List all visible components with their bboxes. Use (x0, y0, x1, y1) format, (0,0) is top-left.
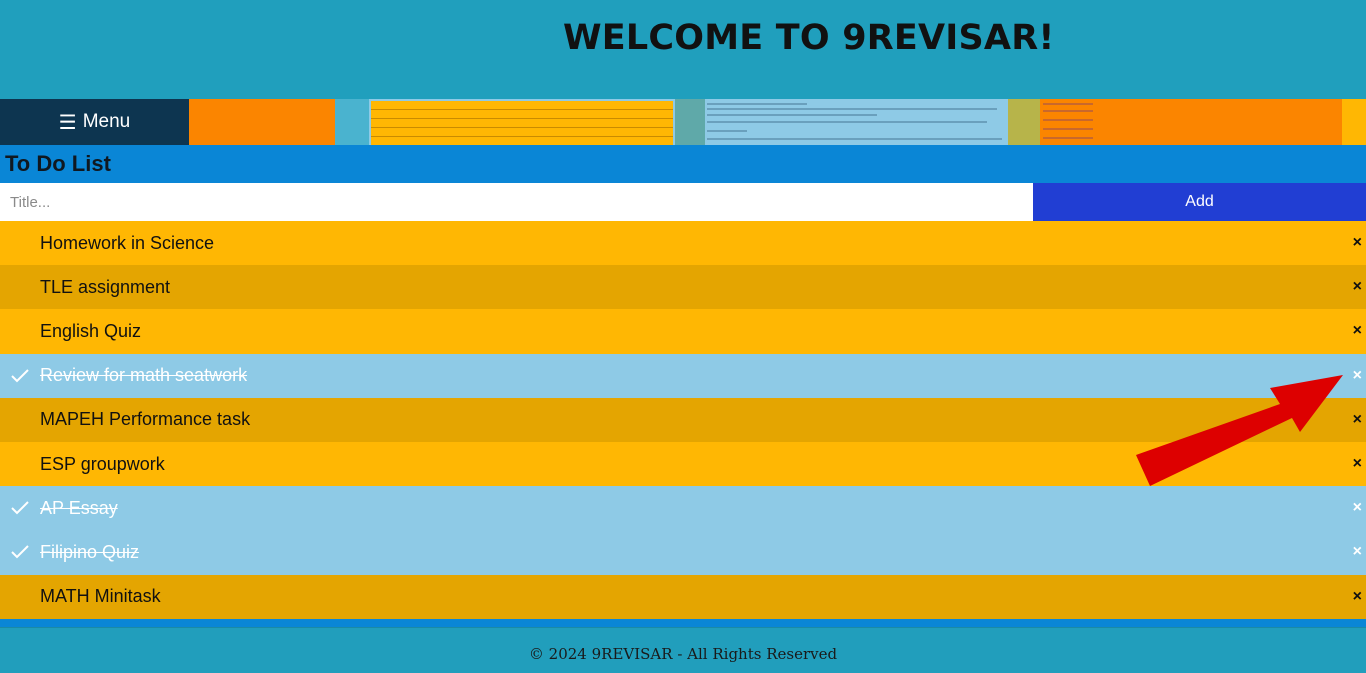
slideshow-panel (335, 99, 369, 145)
page-footer: © 2024 9REVISAR - All Rights Reserved (0, 627, 1366, 673)
todo-item[interactable]: Homework in Science × (0, 221, 1366, 266)
add-todo-row: Add (0, 183, 1366, 221)
todo-section: To Do List Add Homework in Science×TLE a… (0, 145, 1366, 627)
todo-item-label: TLE assignment (40, 276, 171, 297)
todo-item-label: Review for math seatwork (40, 365, 248, 386)
todo-item-label: MATH Minitask (40, 586, 161, 607)
menu-button[interactable]: ☰ Menu (0, 99, 189, 145)
close-icon[interactable]: × (1353, 234, 1362, 252)
close-icon[interactable]: × (1353, 322, 1362, 340)
close-icon[interactable]: × (1353, 588, 1362, 606)
todo-item-label: Filipino Quiz (40, 541, 140, 562)
slideshow-panel (1008, 99, 1040, 145)
todo-item-label: AP Essay (40, 497, 118, 518)
slideshow-panel (1342, 99, 1366, 145)
todo-item-label: MAPEH Performance task (40, 409, 251, 430)
todo-item-label: ESP groupwork (40, 453, 165, 474)
todo-item[interactable]: MAPEH Performance task × (0, 397, 1366, 442)
close-icon[interactable]: × (1353, 543, 1362, 561)
slideshow-panel (189, 99, 335, 145)
todo-item[interactable]: AP Essay × (0, 486, 1366, 531)
todo-item[interactable]: Review for math seatwork × (0, 353, 1366, 398)
slideshow-panel (1040, 99, 1342, 145)
hamburger-icon: ☰ (58, 111, 77, 134)
todo-list: Homework in Science × TLE assignment × Engli… (0, 221, 1366, 619)
close-icon[interactable]: × (1353, 411, 1362, 429)
todo-item[interactable]: Filipino Quiz × (0, 530, 1366, 575)
page-title: WELCOME TO 9REVISAR! (563, 18, 1055, 58)
slideshow-panel (705, 99, 1008, 145)
todo-item[interactable]: English Quiz × (0, 309, 1366, 354)
checkmark-icon (11, 501, 29, 515)
menu-label: Menu (82, 111, 131, 132)
copyright-text: © 2024 9REVISAR - All Rights Reserved (528, 645, 838, 663)
page-header: WELCOME TO 9REVISAR! (0, 0, 1366, 99)
title-input[interactable] (0, 183, 1033, 221)
checkmark-icon (11, 545, 29, 559)
todo-item-label: Homework in Science (40, 232, 215, 253)
todo-item[interactable]: MATH Minitask × (0, 574, 1366, 619)
close-icon[interactable]: × (1353, 455, 1362, 473)
navbar: ☰ Menu (0, 99, 1366, 145)
slideshow-panel (369, 99, 675, 145)
close-icon[interactable]: × (1353, 367, 1362, 385)
add-button[interactable]: Add (1033, 183, 1366, 221)
todo-item-label: English Quiz (40, 320, 142, 341)
todo-item[interactable]: TLE assignment × (0, 265, 1366, 310)
todo-heading: To Do List (5, 151, 111, 176)
checkmark-icon (11, 368, 29, 383)
close-icon[interactable]: × (1353, 499, 1362, 517)
close-icon[interactable]: × (1353, 278, 1362, 296)
slideshow-panel (675, 99, 705, 145)
todo-item[interactable]: ESP groupwork × (0, 441, 1366, 487)
